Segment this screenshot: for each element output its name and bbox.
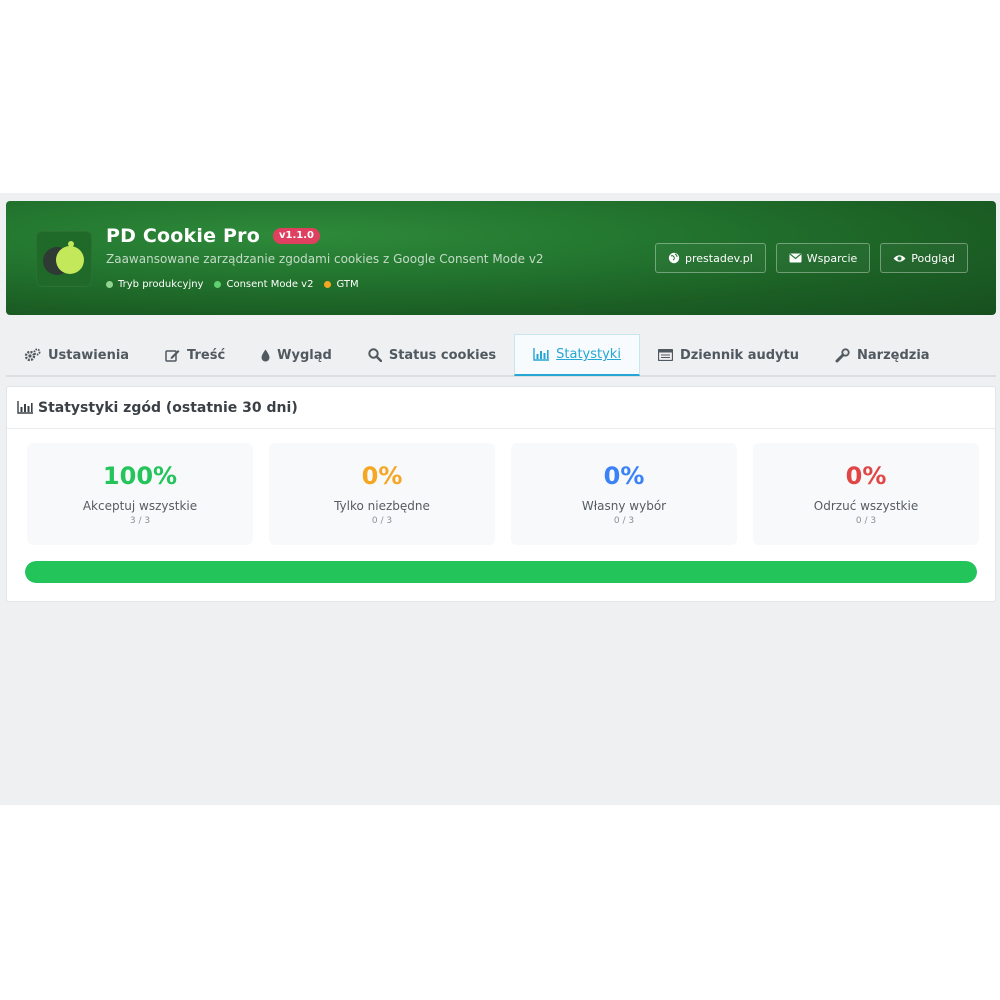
module-logo <box>36 231 92 287</box>
panel-heading: Statystyki zgód (ostatnie 30 dni) <box>7 387 995 429</box>
globe-icon <box>668 252 680 264</box>
status-label: Tryb produkcyjny <box>118 279 204 290</box>
consent-progress-bar <box>25 561 977 583</box>
status-consent-mode: Consent Mode v2 <box>214 279 313 290</box>
status-label: Consent Mode v2 <box>226 279 314 290</box>
list-icon <box>657 349 673 361</box>
prestadev-link-button[interactable]: prestadev.pl <box>655 243 766 273</box>
gears-icon <box>24 348 41 362</box>
stat-label: Odrzuć wszystkie <box>813 499 919 513</box>
module-subtitle: Zaawansowane zarządzanie zgodami cookies… <box>106 252 544 266</box>
tab-statistics[interactable]: Statystyki <box>514 334 640 376</box>
stat-card-necessary-only: 0% Tylko niezbędne 0 / 3 <box>269 443 495 545</box>
button-label: Podgląd <box>911 251 955 265</box>
tint-icon <box>261 349 270 361</box>
edit-icon <box>165 350 180 362</box>
status-dot <box>324 281 332 288</box>
stat-value: 100% <box>102 462 178 490</box>
status-indicators: Tryb produkcyjny Consent Mode v2 GTM <box>106 279 359 290</box>
stat-count: 0 / 3 <box>371 516 393 526</box>
preview-button[interactable]: Podgląd <box>880 243 968 273</box>
tab-audit-log[interactable]: Dziennik audytu <box>640 334 817 376</box>
stat-count: 0 / 3 <box>613 516 635 526</box>
search-icon <box>368 348 382 362</box>
status-gtm: GTM <box>324 279 359 290</box>
stat-value: 0% <box>845 462 887 490</box>
tab-label: Statystyki <box>556 347 621 362</box>
tab-label: Wygląd <box>277 347 332 363</box>
wrench-icon <box>835 347 850 362</box>
tab-content[interactable]: Treść <box>147 334 243 376</box>
tab-settings[interactable]: Ustawienia <box>6 334 147 376</box>
tab-bar: Ustawienia Treść Wygląd Status cookies S… <box>6 334 996 377</box>
stat-value: 0% <box>603 462 645 490</box>
tab-label: Narzędzia <box>857 347 930 363</box>
tab-label: Ustawienia <box>48 347 130 363</box>
stat-cards: 100% Akceptuj wszystkie 3 / 3 0% Tylko n… <box>27 443 979 545</box>
module-title: PD Cookie Pro <box>106 225 260 247</box>
tab-label: Status cookies <box>388 347 497 363</box>
tab-label: Treść <box>187 347 226 363</box>
support-button[interactable]: Wsparcie <box>775 243 871 273</box>
bar-chart-icon <box>17 401 33 414</box>
stat-label: Akceptuj wszystkie <box>82 499 198 513</box>
tab-tools[interactable]: Narzędzia <box>817 334 948 376</box>
stat-count: 3 / 3 <box>129 516 151 526</box>
cookie-logo-icon <box>43 241 84 275</box>
version-badge: v1.1.0 <box>272 228 320 244</box>
stat-card-accept-all: 100% Akceptuj wszystkie 3 / 3 <box>27 443 253 545</box>
progress-fill-accept <box>25 561 977 583</box>
bar-chart-icon <box>533 348 550 361</box>
button-label: Wsparcie <box>806 251 858 265</box>
status-label: GTM <box>336 279 359 290</box>
tab-appearance[interactable]: Wygląd <box>243 334 350 376</box>
stat-value: 0% <box>361 462 403 490</box>
tab-cookie-status[interactable]: Status cookies <box>350 334 514 376</box>
stat-count: 0 / 3 <box>855 516 877 526</box>
status-dot <box>214 281 222 288</box>
statistics-panel: Statystyki zgód (ostatnie 30 dni) 100% A… <box>6 386 996 602</box>
status-production: Tryb produkcyjny <box>106 279 203 290</box>
button-label: prestadev.pl <box>685 251 753 265</box>
stat-card-custom-choice: 0% Własny wybór 0 / 3 <box>511 443 737 545</box>
panel-title: Statystyki zgód (ostatnie 30 dni) <box>38 399 298 416</box>
tab-label: Dziennik audytu <box>679 347 799 363</box>
module-header: PD Cookie Pro v1.1.0 Zaawansowane zarząd… <box>6 201 996 315</box>
app-container: PD Cookie Pro v1.1.0 Zaawansowane zarząd… <box>0 193 1000 805</box>
stat-label: Tylko niezbędne <box>334 499 430 513</box>
stat-card-reject-all: 0% Odrzuć wszystkie 0 / 3 <box>753 443 979 545</box>
envelope-icon <box>789 253 802 263</box>
stat-label: Własny wybór <box>581 499 667 513</box>
eye-icon <box>893 254 906 262</box>
status-dot <box>106 281 113 288</box>
